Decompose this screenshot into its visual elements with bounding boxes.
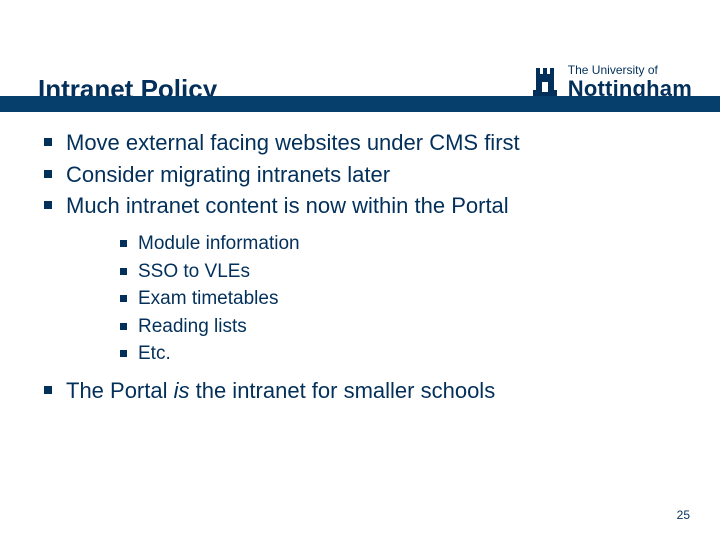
divider-band xyxy=(0,96,720,112)
list-item: Module information xyxy=(116,231,682,258)
sub-bullet-list: Module information SSO to VLEs Exam time… xyxy=(116,231,682,368)
list-item: SSO to VLEs xyxy=(116,259,682,286)
bullet-text-post: the intranet for smaller schools xyxy=(190,378,496,403)
logo-line-1: The University of xyxy=(568,64,692,77)
list-item: Move external facing websites under CMS … xyxy=(38,128,682,158)
slide: Intranet Policy The University of Nottin… xyxy=(0,0,720,540)
bullet-text: Move external facing websites under CMS … xyxy=(66,130,520,155)
bullet-text: Much intranet content is now within the … xyxy=(66,193,509,218)
list-item: Much intranet content is now within the … xyxy=(38,191,682,368)
bullet-text: Reading lists xyxy=(138,316,247,337)
page-number: 25 xyxy=(677,508,690,522)
list-item: Consider migrating intranets later xyxy=(38,160,682,190)
logo-text: The University of Nottingham xyxy=(568,64,692,100)
list-item: Reading lists xyxy=(116,314,682,341)
list-item: Exam timetables xyxy=(116,286,682,313)
content-area: Move external facing websites under CMS … xyxy=(38,128,682,408)
bullet-text: Exam timetables xyxy=(138,288,278,309)
bullet-text-em: is xyxy=(174,378,190,403)
bullet-text: SSO to VLEs xyxy=(138,261,250,282)
bullet-text: Consider migrating intranets later xyxy=(66,162,390,187)
bullet-text: Etc. xyxy=(138,343,171,364)
bullet-list: Move external facing websites under CMS … xyxy=(38,128,682,406)
list-item: The Portal is the intranet for smaller s… xyxy=(38,376,682,406)
bullet-text: Module information xyxy=(138,233,300,254)
list-item: Etc. xyxy=(116,341,682,368)
bullet-text-pre: The Portal xyxy=(66,378,174,403)
